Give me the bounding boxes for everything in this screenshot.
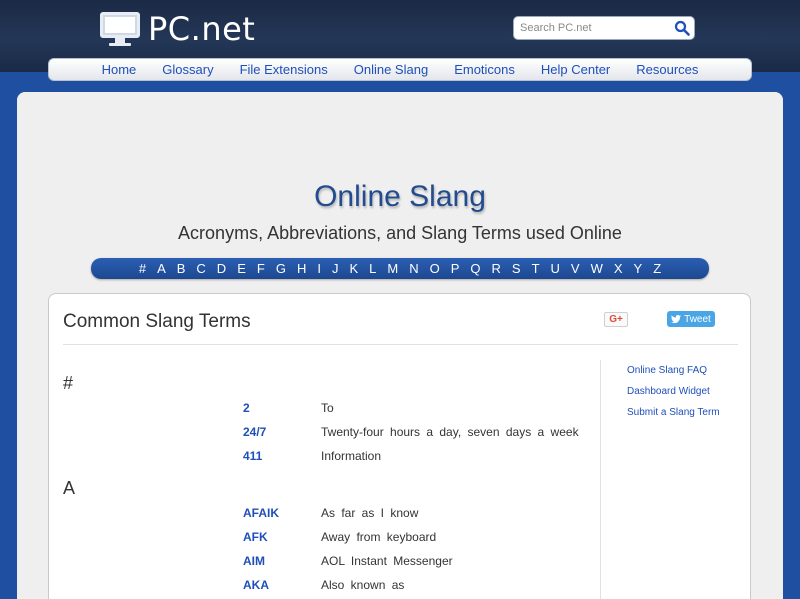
page-title: Online Slang: [314, 180, 486, 213]
term-definition: Also known as: [321, 578, 405, 592]
term-row: AIM AOL Instant Messenger: [243, 552, 453, 570]
page-subtitle: Acronyms, Abbreviations, and Slang Terms…: [178, 223, 622, 243]
alpha-link-f[interactable]: F: [251, 261, 270, 276]
section-heading-a: A: [63, 478, 76, 498]
term-abbr-link[interactable]: AFK: [243, 530, 321, 544]
term-abbr-link[interactable]: 24/7: [243, 425, 321, 439]
alpha-link-w[interactable]: W: [585, 261, 608, 276]
nav-emoticons[interactable]: Emoticons: [441, 62, 528, 77]
search-input[interactable]: [520, 18, 670, 38]
term-abbr-link[interactable]: AKA: [243, 578, 321, 592]
term-definition: To: [321, 401, 334, 415]
alpha-link-x[interactable]: X: [608, 261, 628, 276]
term-definition: Away from keyboard: [321, 530, 437, 544]
alpha-link-e[interactable]: E: [232, 261, 252, 276]
term-abbr-link[interactable]: AIM: [243, 554, 321, 568]
alpha-link-hash[interactable]: #: [133, 261, 151, 276]
card-title: Common Slang Terms: [63, 311, 251, 332]
tweet-label: Tweet: [684, 313, 711, 325]
alpha-link-a[interactable]: A: [152, 261, 172, 276]
nav-online-slang[interactable]: Online Slang: [341, 62, 441, 77]
alpha-link-b[interactable]: B: [171, 261, 191, 276]
nav-resources[interactable]: Resources: [623, 62, 711, 77]
alpha-link-l[interactable]: L: [364, 261, 382, 276]
slang-terms-card: Common Slang Terms G+ Tweet Online Slang…: [48, 293, 751, 599]
site-logo[interactable]: PC.net: [100, 12, 255, 46]
term-abbr-link[interactable]: AFAIK: [243, 506, 321, 520]
alpha-link-v[interactable]: V: [565, 261, 585, 276]
main-nav: Home Glossary File Extensions Online Sla…: [48, 58, 752, 81]
alpha-link-j[interactable]: J: [326, 261, 344, 276]
term-row: 411 Information: [243, 447, 381, 465]
alpha-link-u[interactable]: U: [545, 261, 565, 276]
sidebar-links: Online Slang FAQ Dashboard Widget Submit…: [627, 365, 720, 428]
alpha-link-p[interactable]: P: [445, 261, 465, 276]
sidebar-link-dashboard-widget[interactable]: Dashboard Widget: [627, 386, 720, 397]
alpha-link-g[interactable]: G: [270, 261, 291, 276]
search-box: [513, 16, 695, 40]
alpha-link-y[interactable]: Y: [628, 261, 648, 276]
section-heading-hash: #: [63, 373, 74, 393]
tweet-button[interactable]: Tweet: [667, 311, 715, 327]
alpha-link-q[interactable]: Q: [465, 261, 486, 276]
term-row: 24/7 Twenty-four hours a day, seven days…: [243, 423, 579, 441]
term-row: AFK Away from keyboard: [243, 528, 436, 546]
alpha-link-r[interactable]: R: [486, 261, 506, 276]
logo-text: PC.net: [148, 10, 256, 48]
nav-glossary[interactable]: Glossary: [149, 62, 226, 77]
alpha-link-s[interactable]: S: [506, 261, 526, 276]
alpha-link-t[interactable]: T: [526, 261, 545, 276]
term-row: 2 To: [243, 399, 334, 417]
term-definition: Twenty-four hours a day, seven days a we…: [321, 425, 579, 439]
term-definition: Information: [321, 449, 382, 463]
term-abbr-link[interactable]: 2: [243, 401, 321, 415]
twitter-bird-icon: [671, 315, 682, 323]
alpha-link-o[interactable]: O: [424, 261, 445, 276]
alpha-link-z[interactable]: Z: [648, 261, 667, 276]
monitor-icon: [100, 12, 140, 46]
term-definition: AOL Instant Messenger: [321, 554, 453, 568]
google-plus-button[interactable]: G+: [604, 312, 628, 327]
sidebar-divider: [600, 360, 601, 599]
term-abbr-link[interactable]: 411: [243, 449, 321, 463]
alphabet-nav: # A B C D E F G H I J K L M N O P Q R S …: [91, 258, 709, 279]
title-divider: [63, 344, 738, 345]
sidebar-link-submit-term[interactable]: Submit a Slang Term: [627, 407, 720, 418]
alpha-link-h[interactable]: H: [291, 261, 311, 276]
alpha-link-n[interactable]: N: [404, 261, 424, 276]
sidebar-link-faq[interactable]: Online Slang FAQ: [627, 365, 720, 376]
alpha-link-k[interactable]: K: [344, 261, 364, 276]
alpha-link-c[interactable]: C: [191, 261, 211, 276]
nav-file-extensions[interactable]: File Extensions: [227, 62, 341, 77]
term-definition: As far as I know: [321, 506, 419, 520]
nav-home[interactable]: Home: [89, 62, 150, 77]
search-icon[interactable]: [674, 20, 690, 36]
term-row: AKA Also known as: [243, 576, 404, 594]
alpha-link-i[interactable]: I: [312, 261, 327, 276]
alpha-link-d[interactable]: D: [211, 261, 231, 276]
alpha-link-m[interactable]: M: [382, 261, 404, 276]
term-row: AFAIK As far as I know: [243, 504, 418, 522]
nav-help-center[interactable]: Help Center: [528, 62, 623, 77]
